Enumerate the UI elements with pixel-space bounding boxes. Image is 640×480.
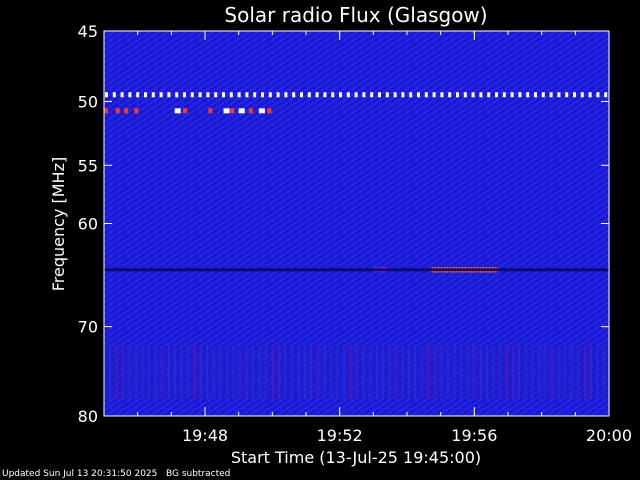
interference-blips-blip (174, 108, 181, 114)
y-tick-label: 50 (78, 93, 98, 112)
interference-line-dot (167, 92, 171, 98)
x-tick-label: 19:56 (451, 426, 497, 445)
interference-line-dot (323, 92, 327, 98)
interference-line-dot (284, 92, 288, 98)
interference-line-dot (479, 92, 483, 98)
interference-line-dot (136, 92, 140, 98)
interference-line-dot (315, 92, 319, 98)
x-axis-label: Start Time (13-Jul-25 19:45:00) (231, 448, 481, 467)
interference-line-dot (370, 92, 374, 98)
interference-line-dot (596, 92, 600, 98)
interference-line-dot (409, 92, 413, 98)
interference-line-dot (573, 92, 576, 98)
interference-line-dot (214, 92, 218, 98)
interference-line-dot (307, 92, 311, 98)
x-tick-label: 19:52 (317, 426, 363, 445)
interference-line-dot (175, 92, 179, 98)
bg-subtracted-note: BG subtracted (165, 469, 231, 479)
interference-blips-blip (124, 108, 129, 114)
y-tick-label: 45 (78, 22, 98, 41)
interference-line-dot (128, 92, 132, 98)
x-tick-label: 19:48 (182, 426, 228, 445)
interference-line-dot (268, 92, 272, 98)
interference-line-dot (144, 92, 147, 98)
interference-blips-blip (238, 108, 245, 114)
interference-blips-blip (134, 108, 139, 114)
interference-line-dot (261, 92, 264, 98)
interference-line-dot (456, 92, 459, 98)
interference-blips-blip (230, 108, 235, 114)
interference-blips-blip (248, 108, 253, 114)
interference-line-dot (222, 92, 225, 98)
interference-line-dot (331, 92, 335, 98)
interference-line-dot (300, 92, 303, 98)
interference-line-dot (159, 92, 163, 98)
chart-title: Solar radio Flux (Glasgow) (224, 3, 487, 27)
interference-line-dot (541, 92, 545, 98)
interference-line-dot (580, 92, 584, 98)
interference-line-dot (229, 92, 233, 98)
interference-line-dot (339, 92, 342, 98)
interference-line-dot (183, 92, 186, 98)
interference-line-dot (588, 92, 592, 98)
interference-line-dot (495, 92, 498, 98)
updated-timestamp: Updated Sun Jul 13 20:31:50 2025 (2, 469, 158, 479)
interference-line-dot (105, 92, 108, 98)
dark-band-bar (104, 268, 609, 272)
interference-line-dot (401, 92, 405, 98)
interference-line-dot (463, 92, 467, 98)
interference-blips-blip (208, 108, 213, 114)
interference-line-dot (198, 92, 202, 98)
interference-line-dot (549, 92, 553, 98)
interference-line-dot (526, 92, 530, 98)
interference-line-dot (417, 92, 420, 98)
interference-line-dot (190, 92, 194, 98)
interference-line-dot (237, 92, 241, 98)
interference-line-dot (393, 92, 397, 98)
interference-line-dot (346, 92, 350, 98)
y-axis-label: Frequency [MHz] (49, 157, 68, 291)
interference-line-dot (112, 92, 116, 98)
x-tick-label: 20:00 (586, 426, 632, 445)
interference-line-dot (151, 92, 155, 98)
interference-line-dot (502, 92, 506, 98)
interference-line-dot (534, 92, 537, 98)
lower-band-noise (104, 345, 609, 400)
dark-band (104, 268, 609, 272)
interference-blips-blip (115, 108, 120, 114)
interference-line-dot (471, 92, 475, 98)
interference-blips-blip (104, 108, 108, 114)
interference-line-dot (253, 92, 257, 98)
interference-line-dot (565, 92, 569, 98)
interference-line-dot (518, 92, 522, 98)
interference-blips-blip (267, 108, 272, 114)
interference-line-dot (432, 92, 436, 98)
interference-line-dot (385, 92, 389, 98)
interference-line-dot (487, 92, 491, 98)
interference-line-dot (120, 92, 124, 98)
interference-line-dot (424, 92, 428, 98)
plot-area (103, 30, 610, 417)
y-tick-label: 80 (78, 407, 98, 426)
interference-line-dot (206, 92, 210, 98)
interference-line-dot (245, 92, 249, 98)
spectrogram-chart: Solar radio Flux (Glasgow) 455055607080 … (49, 3, 632, 467)
interference-line-dot (440, 92, 444, 98)
footer: Updated Sun Jul 13 20:31:50 2025 BG subt… (2, 469, 230, 479)
interference-line-dot (362, 92, 366, 98)
interference-blips-blip (258, 108, 265, 114)
interference-line-dot (510, 92, 514, 98)
interference-line-dot (448, 92, 452, 98)
y-tick-label: 70 (78, 318, 98, 337)
interference-line-dot (557, 92, 561, 98)
interference-line-dot (292, 92, 296, 98)
interference-line-dot (604, 92, 608, 98)
y-tick-label: 55 (78, 156, 98, 175)
interference-blips-blip (223, 108, 230, 114)
interference-blips-blip (183, 108, 188, 114)
y-tick-label: 60 (78, 215, 98, 234)
interference-line-dot (276, 92, 280, 98)
interference-line-dot (378, 92, 381, 98)
interference-line-dot (354, 92, 358, 98)
